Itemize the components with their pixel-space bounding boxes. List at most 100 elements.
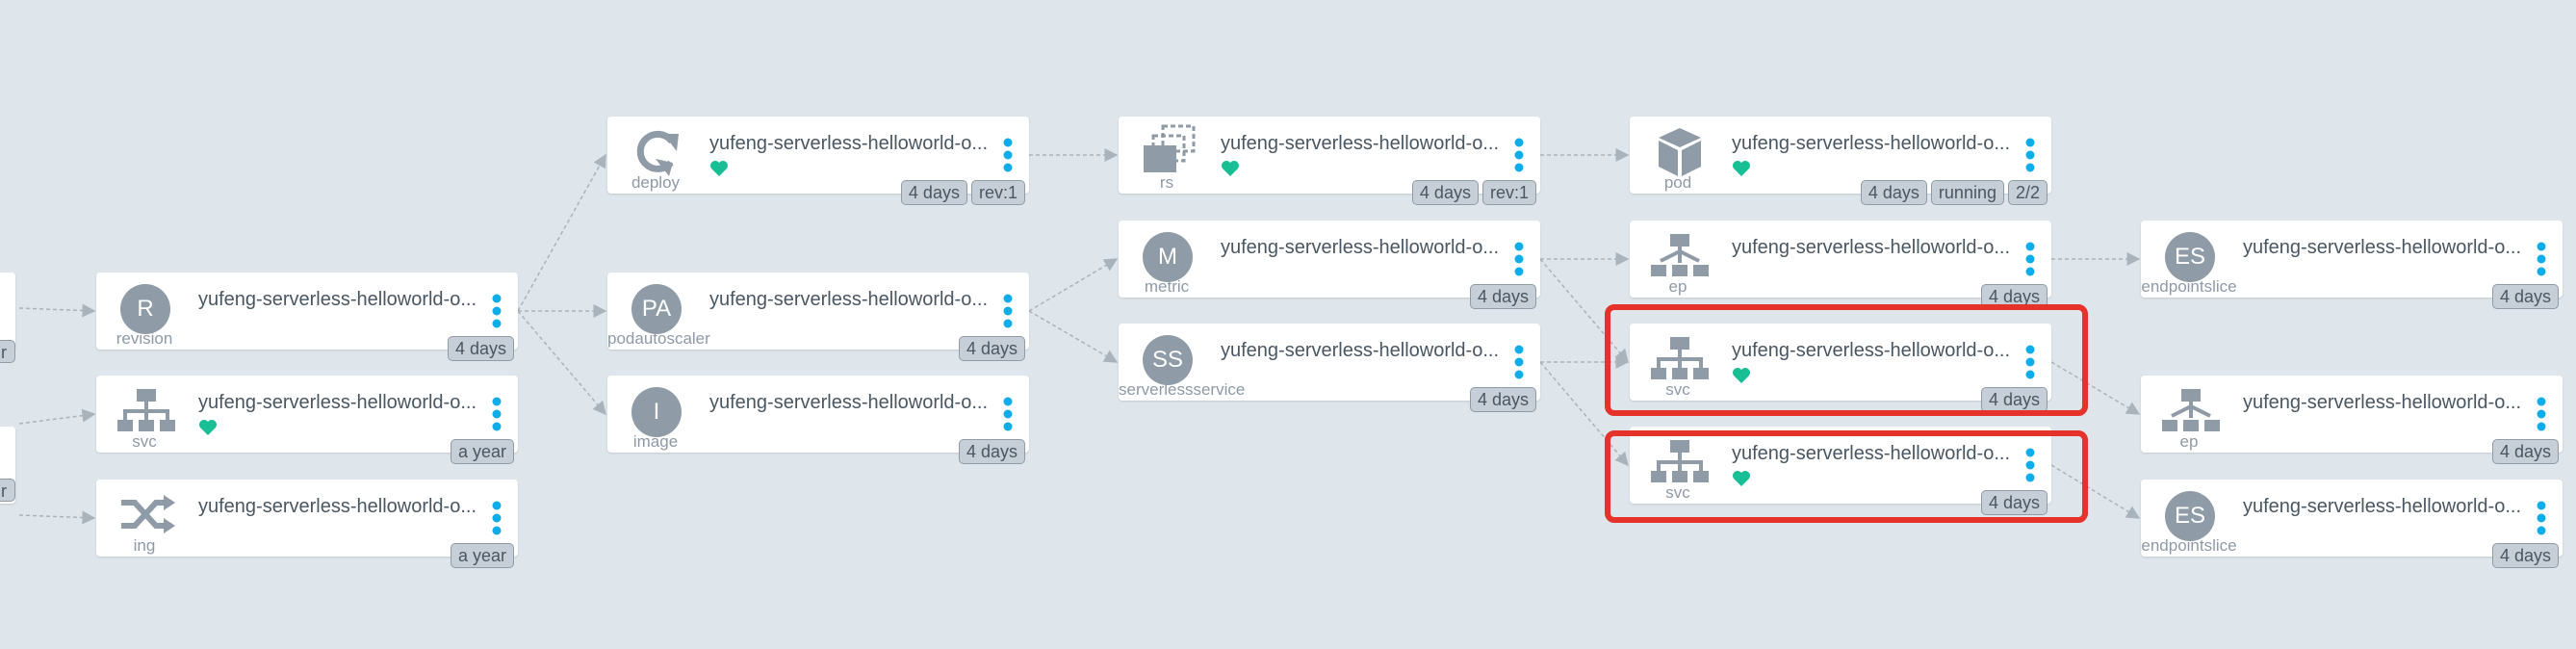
info-tag: 4 days <box>447 336 514 361</box>
shuffle-icon <box>116 487 177 541</box>
circle-letter: PA <box>631 284 682 334</box>
endpoints-tree-icon <box>2160 383 2222 437</box>
circle-letter-icon: M <box>1138 228 1199 282</box>
resource-node-ing[interactable]: ing yufeng-serverless-helloworld-o... a ye… <box>96 480 518 568</box>
edge-podautoscaler-metric <box>1028 258 1119 312</box>
info-tag: 4 days <box>2491 284 2559 309</box>
edge-L3-ing <box>18 510 96 525</box>
resource-tags: 4 days <box>958 336 1025 361</box>
more-menu-icon[interactable] <box>491 397 502 431</box>
health-heart-icon <box>1221 160 1240 177</box>
resource-node-image[interactable]: Iimage yufeng-serverless-helloworld-o... 4… <box>607 376 1029 464</box>
circle-letter-icon: ES <box>2160 228 2222 282</box>
circle-letter: ES <box>2165 232 2215 282</box>
resource-kind: endpointslice <box>2141 277 2237 296</box>
resource-tags: 4 days <box>2491 543 2559 568</box>
resource-node-ep2[interactable]: ep yufeng-serverless-helloworld-o... 4 day… <box>2141 376 2563 464</box>
info-tag: 4 days <box>958 439 1025 464</box>
health-heart-icon <box>1732 160 1751 177</box>
resource-kind: ep <box>1668 277 1687 296</box>
more-menu-icon[interactable] <box>1513 138 1525 172</box>
resource-node-deploy[interactable]: deploy yufeng-serverless-helloworld-o... 4… <box>607 117 1029 205</box>
more-menu-icon[interactable] <box>491 501 502 535</box>
more-menu-icon[interactable] <box>491 294 502 328</box>
circle-letter-icon: R <box>116 280 177 334</box>
info-tag: rev:1 <box>970 180 1025 205</box>
resource-name[interactable]: yufeng-serverless-helloworld-o... <box>2243 237 2532 258</box>
resource-name[interactable]: yufeng-serverless-helloworld-o... <box>1221 237 1509 258</box>
resource-node-serverlessservice[interactable]: SS serverlessservice yufeng-serverless-hel… <box>1119 324 1540 412</box>
resource-name[interactable]: yufeng-serverless-helloworld-o... <box>198 392 487 413</box>
circle-letter-icon: SS <box>1138 331 1199 385</box>
partial-node[interactable]: r <box>0 273 15 363</box>
resource-kind: podautoscaler <box>607 329 710 348</box>
resource-tags: a year <box>450 543 514 568</box>
resource-node-ep1[interactable]: ep yufeng-serverless-helloworld-o... 4 day… <box>1630 221 2051 309</box>
resource-name[interactable]: yufeng-serverless-helloworld-o... <box>2243 392 2532 413</box>
resource-name[interactable]: yufeng-serverless-helloworld-o... <box>1732 133 2021 154</box>
more-menu-icon[interactable] <box>2536 397 2547 431</box>
resource-name[interactable]: yufeng-serverless-helloworld-o... <box>198 289 487 310</box>
more-menu-icon[interactable] <box>1002 294 1014 328</box>
resource-name[interactable]: yufeng-serverless-helloworld-o... <box>198 496 487 517</box>
resource-kind: metric <box>1144 277 1190 296</box>
resource-kind: deploy <box>631 173 681 192</box>
resource-tags: 4 days <box>1469 387 1536 412</box>
circle-letter: R <box>120 284 170 334</box>
service-tree-icon <box>116 383 177 437</box>
resource-name[interactable]: yufeng-serverless-helloworld-o... <box>709 133 998 154</box>
edge-revision-deploy <box>517 153 606 312</box>
more-menu-icon[interactable] <box>1002 138 1014 172</box>
info-tag: rev:1 <box>1481 180 1536 205</box>
circle-letter: ES <box>2165 491 2215 541</box>
more-menu-icon[interactable] <box>2536 501 2547 535</box>
more-menu-icon[interactable] <box>2536 242 2547 276</box>
resource-node-metric[interactable]: Mmetric yufeng-serverless-helloworld-o...… <box>1119 221 1540 309</box>
partial-node[interactable]: r <box>0 427 15 504</box>
resource-node-pod[interactable]: pod yufeng-serverless-helloworld-o... 4 da… <box>1630 117 2051 205</box>
info-tag: a year <box>450 439 514 464</box>
more-menu-icon[interactable] <box>2024 242 2036 276</box>
edge-revision-image <box>517 310 606 416</box>
more-menu-icon[interactable] <box>1513 345 1525 379</box>
edge-L2-svc1 <box>18 408 96 425</box>
resource-name[interactable]: yufeng-serverless-helloworld-o... <box>709 289 998 310</box>
resource-node-revision[interactable]: Rrevision yufeng-serverless-helloworld-o.… <box>96 273 518 361</box>
resource-node-es2[interactable]: ES endpointslice yufeng-serverless-hellowo… <box>2141 480 2563 568</box>
edge-podautoscaler-serverlessservice <box>1028 310 1119 363</box>
resource-node-podautoscaler[interactable]: PA podautoscaler yufeng-serverless-hellowo… <box>607 273 1029 361</box>
resource-name[interactable]: yufeng-serverless-helloworld-o... <box>2243 496 2532 517</box>
resource-node-svc1[interactable]: svc yufeng-serverless-helloworld-o... a ye… <box>96 376 518 464</box>
health-heart-icon <box>198 419 218 436</box>
resource-tags: a year <box>450 439 514 464</box>
resource-tags: 4 days <box>958 439 1025 464</box>
endpoints-tree-icon <box>1649 228 1711 282</box>
resource-tags: 4 days running 2/2 <box>1860 180 2048 205</box>
more-menu-icon[interactable] <box>1002 397 1014 431</box>
resource-name[interactable]: yufeng-serverless-helloworld-o... <box>1221 133 1509 154</box>
resource-kind: ing <box>133 536 156 555</box>
info-tag: running <box>1930 180 2004 205</box>
more-menu-icon[interactable] <box>2024 138 2036 172</box>
replicaset-stack-icon <box>1138 124 1199 178</box>
info-tag: 4 days <box>1469 387 1536 412</box>
resource-node-es1[interactable]: ES endpointslice yufeng-serverless-hellowo… <box>2141 221 2563 309</box>
time-tag: r <box>0 479 15 502</box>
circle-letter: I <box>631 387 682 437</box>
info-tag: 4 days <box>900 180 967 205</box>
resource-tags: 4 days rev:1 <box>1411 180 1536 205</box>
resource-tags: 4 days <box>447 336 514 361</box>
resource-name[interactable]: yufeng-serverless-helloworld-o... <box>1221 340 1509 361</box>
info-tag: 4 days <box>2491 543 2559 568</box>
resource-tags: 4 days <box>1469 284 1536 309</box>
resource-kind: serverlessservice <box>1119 380 1246 399</box>
info-tag: a year <box>450 543 514 568</box>
deploy-refresh-icon <box>627 124 688 178</box>
resource-kind: rs <box>1159 173 1174 192</box>
resource-node-rs[interactable]: rs yufeng-serverless-helloworld-o... 4 day… <box>1119 117 1540 205</box>
resource-name[interactable]: yufeng-serverless-helloworld-o... <box>709 392 998 413</box>
resource-name[interactable]: yufeng-serverless-helloworld-o... <box>1732 237 2021 258</box>
more-menu-icon[interactable] <box>1513 242 1525 276</box>
info-tag: 4 days <box>1469 284 1536 309</box>
pod-cube-icon <box>1649 124 1711 178</box>
